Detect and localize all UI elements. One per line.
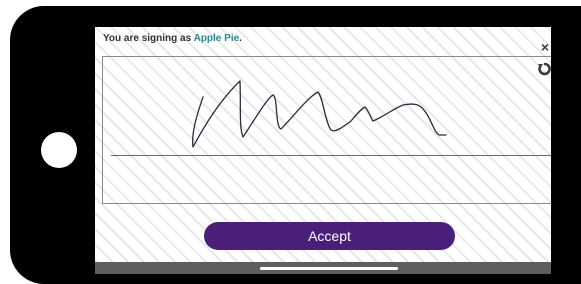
signature-baseline: [111, 155, 551, 156]
accept-button[interactable]: Accept: [204, 222, 455, 250]
close-icon[interactable]: ×: [539, 40, 551, 54]
device-frame: You are signing as Apple Pie. × Accept: [10, 6, 581, 284]
device-home-button[interactable]: [41, 132, 77, 168]
signing-as-label: You are signing as Apple Pie.: [103, 33, 242, 44]
home-indicator[interactable]: [260, 267, 398, 270]
bottom-bar: [95, 262, 551, 274]
signing-as-suffix: .: [239, 33, 242, 44]
signature-screen: You are signing as Apple Pie. × Accept: [95, 27, 551, 274]
signature-pad[interactable]: [102, 56, 551, 204]
signing-as-prefix: You are signing as: [103, 33, 192, 44]
signature-stroke: [192, 80, 447, 148]
signer-name: Apple Pie: [193, 33, 240, 44]
